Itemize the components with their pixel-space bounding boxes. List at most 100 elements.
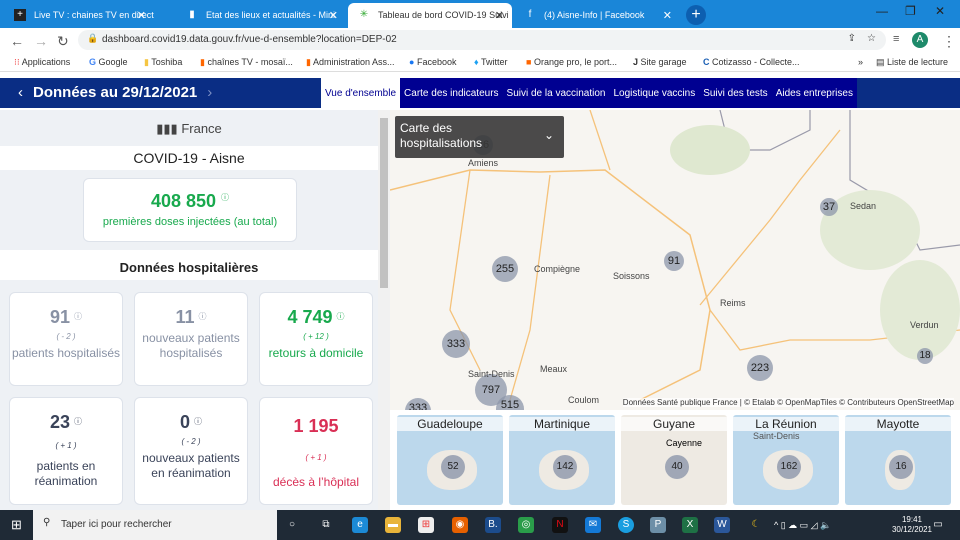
cortana-icon[interactable]: ○ [284,517,300,533]
clock[interactable]: 19:41 30/12/2021 [892,515,932,535]
info-icon[interactable]: ⓘ [194,417,202,426]
map-layer-dropdown[interactable]: Carte des hospitalisations ⌄ [395,116,564,158]
bar-chart-icon: ▮▮▮ [156,121,178,136]
word-icon[interactable]: W [714,517,730,533]
firefox-icon[interactable]: ◉ [452,517,468,533]
next-date-button[interactable]: › [207,84,212,101]
nav-carte-indicateurs[interactable]: Carte des indicateurs [400,78,503,108]
task-view-icon[interactable]: ⧉ [318,517,334,533]
share-icon[interactable]: ⇪ [848,33,856,44]
forward-button[interactable]: → [34,33,48,49]
skype-icon[interactable]: S [618,517,634,533]
overseas-martinique[interactable]: Martinique 142 [509,415,615,505]
nav-logistique-vaccins[interactable]: Logistique vaccins [609,78,699,108]
file-explorer-icon[interactable]: ▬ [385,517,401,533]
card-reanimation: 23 ⓘ ( + 1 ) patients en réanimation [9,397,123,505]
card-delta: ( + 12 ) [303,332,329,341]
reading-mode-icon[interactable]: ≡ [893,33,899,45]
map[interactable]: Carte des hospitalisations⌄ 26 255 91 37… [390,110,960,410]
bookmark-cotizasso[interactable]: C Cotizasso - Collecte... [703,57,800,67]
card-value: 4 749 [287,307,333,327]
windows-start-icon[interactable]: ⊞ [11,517,22,533]
menu-icon[interactable]: ⋮ [942,33,956,50]
tab-live-tv[interactable]: +Live TV : chaines TV en direct live✕ [4,3,154,28]
twitter-icon: ♦ [474,57,479,67]
excel-icon[interactable]: X [682,517,698,533]
back-button[interactable]: ← [10,33,24,49]
prev-date-button[interactable]: ‹ [18,84,23,101]
cluster-marker[interactable]: 223 [747,355,773,381]
reading-list-button[interactable]: ▤ Liste de lecture [876,57,948,68]
cluster-marker[interactable]: 37 [820,198,838,216]
taskbar-search[interactable]: ⚲ Taper ici pour rechercher [33,510,277,540]
publisher-icon[interactable]: P [650,517,666,533]
overseas-guadeloupe[interactable]: Guadeloupe 52 [397,415,503,505]
cluster-marker[interactable]: 16 [889,455,913,479]
night-light-icon[interactable]: ☾ [748,517,764,533]
card-hospitalises: 91 ⓘ ( - 2 ) patients hospitalisés [9,292,123,386]
bookmark-applications[interactable]: ⁝⁝ Applications [14,57,70,68]
minimize-button[interactable]: — [876,4,888,18]
cluster-marker[interactable]: 255 [492,256,518,282]
cluster-marker[interactable]: 18 [917,348,933,364]
bookmark-twitter[interactable]: ♦ Twitter [474,57,507,67]
store-icon[interactable]: ⊞ [418,517,434,533]
overseas-mayotte[interactable]: Mayotte 16 [845,415,951,505]
info-icon[interactable]: ⓘ [74,312,82,321]
netflix-icon[interactable]: N [552,517,568,533]
cluster-marker[interactable]: 91 [664,251,684,271]
bookmark-orange-pro[interactable]: ■ Orange pro, le port... [526,57,617,67]
info-icon[interactable]: ⓘ [74,417,82,426]
scrollbar-thumb[interactable] [380,118,388,288]
close-icon[interactable]: ✕ [329,9,338,22]
bookmark-chaines-tv[interactable]: ▮ chaînes TV - mosaï... [200,57,293,68]
country-selector[interactable]: ▮▮▮ France [0,116,378,144]
close-icon[interactable]: ✕ [137,9,146,22]
scrollbar[interactable] [378,110,390,510]
bookmark-site-garage[interactable]: J Site garage [633,57,687,67]
bookmark-toshiba[interactable]: ▮ Toshiba [144,57,182,68]
overseas-guyane[interactable]: Guyane Cayenne 40 [621,415,727,505]
mail-icon[interactable]: ✉ [585,517,601,533]
reload-button[interactable]: ↻ [57,33,69,50]
profile-avatar[interactable]: A [912,32,928,48]
new-tab-button[interactable]: + [686,5,706,25]
info-icon[interactable]: ⓘ [337,312,345,321]
cluster-marker[interactable]: 40 [665,455,689,479]
close-icon[interactable]: ✕ [495,9,504,22]
booking-icon[interactable]: B. [485,517,501,533]
edge-icon[interactable]: e [352,517,368,533]
star-icon[interactable]: ☆ [867,33,876,44]
tab-etat-des-lieux[interactable]: ▮ Etat des lieux et actualités - Mini ✕ [176,3,346,28]
info-icon[interactable]: ⓘ [221,193,229,202]
tab-label: Etat des lieux et actualités - Mini [206,10,336,20]
overseas-reunion[interactable]: La Réunion Saint-Denis 162 [733,415,839,505]
nav-aides-entreprises[interactable]: Aides entreprises [772,78,857,108]
restore-button[interactable]: ❐ [905,4,916,18]
system-tray-icons[interactable]: ^ ▯ ☁ ▭ ◿ 🔈 [774,517,864,533]
url-input[interactable]: 🔒 dashboard.covid19.data.gouv.fr/vue-d-en… [78,30,886,50]
card-delta: ( + 1 ) [305,453,327,462]
tab-covid-dashboard[interactable]: ✳ Tableau de bord COVID-19 Suivi ✕ [348,3,512,28]
nav-suivi-vaccination[interactable]: Suivi de la vaccination [503,78,610,108]
bookmark-google[interactable]: G Google [89,57,128,67]
bookmark-administration[interactable]: ▮ Administration Ass... [306,57,395,68]
notifications-icon[interactable]: ▭ [930,517,946,533]
tab-facebook[interactable]: f (4) Aisne-Info | Facebook ✕ [514,3,680,28]
close-icon[interactable]: ✕ [663,9,672,22]
cluster-marker[interactable]: 52 [441,455,465,479]
cluster-marker[interactable]: 142 [553,455,577,479]
cluster-marker[interactable]: 333 [442,330,470,358]
cotizasso-icon: C [703,57,710,67]
cluster-marker[interactable]: 162 [777,455,801,479]
map-attribution[interactable]: Données Santé publique France | © Etalab… [622,398,954,407]
flag-fr-icon: ▮ [189,9,195,20]
bookmark-facebook[interactable]: ● Facebook [409,57,456,67]
city-label: Reims [720,298,746,308]
chrome-icon[interactable]: ◎ [518,517,534,533]
nav-suivi-tests[interactable]: Suivi des tests [699,78,771,108]
nav-vue-ensemble[interactable]: Vue d'ensemble [321,78,401,108]
close-window-button[interactable]: ✕ [935,4,945,18]
info-icon[interactable]: ⓘ [199,312,207,321]
more-bookmarks-icon[interactable]: » [858,57,863,67]
